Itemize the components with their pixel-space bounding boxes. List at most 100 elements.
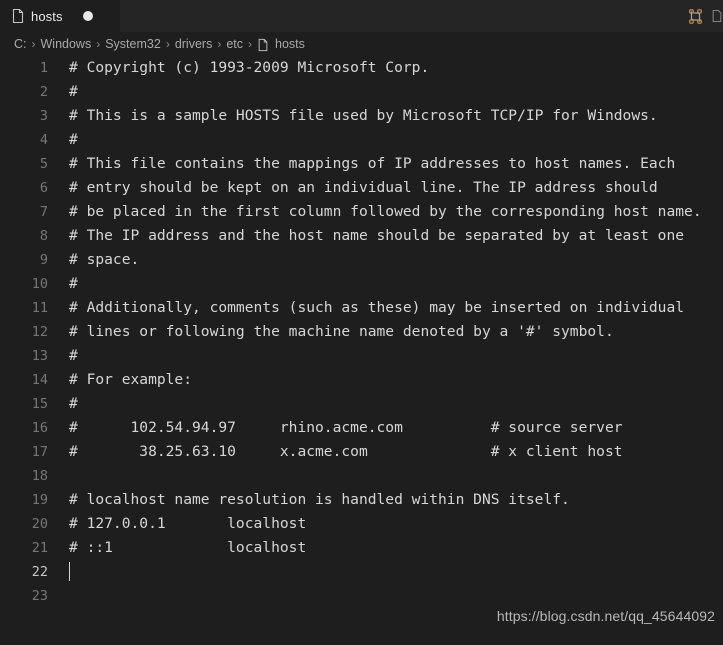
split-editor-icon[interactable] <box>679 0 711 32</box>
line-number: 23 <box>31 588 48 604</box>
line-text[interactable]: # entry should be kept on an individual … <box>48 176 658 200</box>
line-text[interactable]: # <box>48 392 78 416</box>
line-text[interactable]: # ::1 localhost <box>48 536 306 560</box>
line-number: 12 <box>31 324 48 340</box>
code-line[interactable]: 19 # localhost name resolution is handled… <box>0 488 723 512</box>
line-number: 14 <box>31 372 48 388</box>
code-line[interactable]: 20 # 127.0.0.1 localhost <box>0 512 723 536</box>
breadcrumb-label: etc <box>226 37 244 51</box>
code-line[interactable]: 1 # Copyright (c) 1993-2009 Microsoft Cor… <box>0 56 723 80</box>
breadcrumb-item-hosts[interactable]: hosts <box>257 37 305 52</box>
tab-label: hosts <box>31 8 63 24</box>
line-number: 19 <box>31 492 48 508</box>
more-actions-icon[interactable] <box>711 0 723 32</box>
code-line[interactable]: 16 # 102.54.94.97 rhino.acme.com # source… <box>0 416 723 440</box>
code-line[interactable]: 17 # 38.25.63.10 x.acme.com # x client ho… <box>0 440 723 464</box>
code-line[interactable]: 15 # <box>0 392 723 416</box>
code-line[interactable]: 2 # <box>0 80 723 104</box>
editor-tab-bar: hosts <box>0 0 723 32</box>
line-text[interactable]: # 38.25.63.10 x.acme.com # x client host <box>48 440 623 464</box>
watermark-text: https://blog.csdn.net/qq_45644092 <box>496 608 715 624</box>
line-text[interactable]: # <box>48 272 78 296</box>
breadcrumb-item-etc[interactable]: etc <box>226 37 243 51</box>
breadcrumb-label: C: <box>14 37 27 51</box>
editor-window: hosts C: › Windows › System32 › drivers … <box>0 0 723 645</box>
line-text[interactable]: # <box>48 80 78 104</box>
code-line[interactable]: 8 # The IP address and the host name shou… <box>0 224 723 248</box>
chevron-right-icon: › <box>31 37 36 51</box>
chevron-right-icon: › <box>165 37 170 51</box>
line-number: 1 <box>39 60 48 76</box>
text-editor[interactable]: 1 # Copyright (c) 1993-2009 Microsoft Cor… <box>0 56 723 645</box>
line-text[interactable] <box>48 560 70 584</box>
code-lines[interactable]: 1 # Copyright (c) 1993-2009 Microsoft Cor… <box>0 56 723 645</box>
chevron-right-icon: › <box>217 37 222 51</box>
line-text[interactable]: # space. <box>48 248 139 272</box>
line-number: 22 <box>31 564 48 580</box>
line-number: 2 <box>39 84 48 100</box>
line-text[interactable]: # Copyright (c) 1993-2009 Microsoft Corp… <box>48 56 429 80</box>
line-text[interactable]: # <box>48 344 78 368</box>
code-line[interactable]: 13 # <box>0 344 723 368</box>
file-icon <box>11 8 25 24</box>
line-number: 20 <box>31 516 48 532</box>
code-line[interactable]: 23 <box>0 584 723 608</box>
code-line[interactable]: 22 <box>0 560 723 584</box>
line-number: 6 <box>39 180 48 196</box>
code-line[interactable]: 5 # This file contains the mappings of IP… <box>0 152 723 176</box>
code-line[interactable]: 4 # <box>0 128 723 152</box>
line-text[interactable]: # lines or following the machine name de… <box>48 320 614 344</box>
line-number: 21 <box>31 540 48 556</box>
line-number: 15 <box>31 396 48 412</box>
breadcrumb-label: Windows <box>40 37 92 51</box>
chevron-right-icon: › <box>248 37 253 51</box>
line-text[interactable]: # <box>48 128 78 152</box>
line-number: 5 <box>39 156 48 172</box>
line-text[interactable]: # This file contains the mappings of IP … <box>48 152 675 176</box>
code-line[interactable]: 18 <box>0 464 723 488</box>
line-number: 10 <box>31 276 48 292</box>
breadcrumb-item-drivers[interactable]: drivers <box>175 37 213 51</box>
chevron-right-icon: › <box>96 37 101 51</box>
line-text[interactable]: # be placed in the first column followed… <box>48 200 702 224</box>
line-text[interactable]: # 127.0.0.1 localhost <box>48 512 306 536</box>
tab-list: hosts <box>0 0 120 32</box>
line-number: 8 <box>39 228 48 244</box>
tab-hosts[interactable]: hosts <box>0 0 120 32</box>
breadcrumb-item-windows[interactable]: Windows <box>41 37 92 51</box>
line-text[interactable]: # Additionally, comments (such as these)… <box>48 296 684 320</box>
code-line[interactable]: 9 # space. <box>0 248 723 272</box>
breadcrumb: C: › Windows › System32 › drivers › etc … <box>0 32 723 56</box>
line-number: 7 <box>39 204 48 220</box>
code-line[interactable]: 14 # For example: <box>0 368 723 392</box>
code-line[interactable]: 12 # lines or following the machine name … <box>0 320 723 344</box>
line-text[interactable]: # The IP address and the host name shoul… <box>48 224 684 248</box>
line-number: 3 <box>39 108 48 124</box>
line-text[interactable]: # This is a sample HOSTS file used by Mi… <box>48 104 658 128</box>
line-text[interactable]: # For example: <box>48 368 192 392</box>
unsaved-changes-dot-icon[interactable] <box>82 11 93 21</box>
line-number: 18 <box>31 468 48 484</box>
code-line[interactable]: 10 # <box>0 272 723 296</box>
line-number: 4 <box>39 132 48 148</box>
code-line[interactable]: 3 # This is a sample HOSTS file used by M… <box>0 104 723 128</box>
code-line[interactable]: 6 # entry should be kept on an individual… <box>0 176 723 200</box>
line-text[interactable]: # 102.54.94.97 rhino.acme.com # source s… <box>48 416 623 440</box>
line-number: 17 <box>31 444 48 460</box>
breadcrumb-item-drive[interactable]: C: <box>14 37 27 51</box>
text-cursor <box>69 561 70 581</box>
breadcrumb-label: System32 <box>105 37 161 51</box>
breadcrumb-label: hosts <box>275 37 305 51</box>
line-number: 16 <box>31 420 48 436</box>
breadcrumb-item-system32[interactable]: System32 <box>105 37 161 51</box>
tab-bar-actions <box>679 0 723 32</box>
file-icon <box>257 38 269 52</box>
line-text[interactable]: # localhost name resolution is handled w… <box>48 488 570 512</box>
line-number: 9 <box>39 252 48 268</box>
code-line[interactable]: 11 # Additionally, comments (such as thes… <box>0 296 723 320</box>
code-line[interactable]: 21 # ::1 localhost <box>0 536 723 560</box>
code-line[interactable]: 7 # be placed in the first column followe… <box>0 200 723 224</box>
line-number: 11 <box>31 300 48 316</box>
breadcrumb-label: drivers <box>174 37 213 51</box>
line-number: 13 <box>31 348 48 364</box>
